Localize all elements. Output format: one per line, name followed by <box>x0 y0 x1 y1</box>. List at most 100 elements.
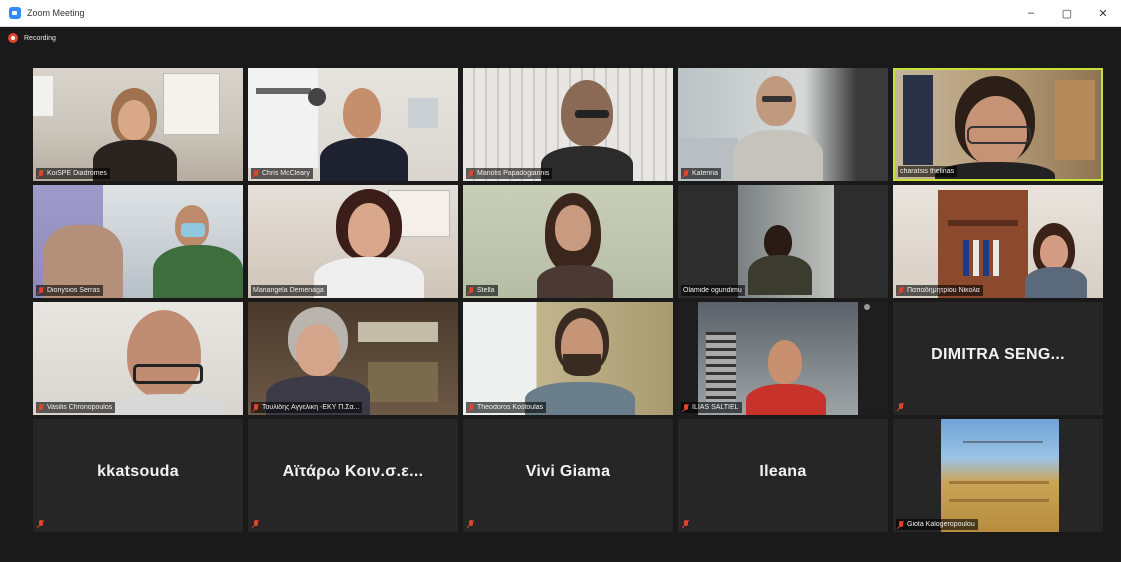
participant-name-tag: Manolis Papadogiannis <box>466 168 553 179</box>
video-feed <box>33 302 243 415</box>
participant-name-tag: Stella <box>466 285 498 296</box>
video-feed <box>463 302 673 415</box>
participant-tile-no-video[interactable]: Αϊτάρω Κοιν.σ.ε... <box>248 419 458 532</box>
participant-name: ILIAS SALTIEL <box>692 404 739 411</box>
participant-display-name: Vivi Giama <box>525 463 611 480</box>
participant-display-name: Ileana <box>759 463 807 480</box>
participant-tile[interactable]: Stella <box>463 185 673 298</box>
video-feed <box>248 185 458 298</box>
participant-tile[interactable]: KoiSPE Diadromes <box>33 68 243 181</box>
zoom-app-icon <box>9 7 21 19</box>
participant-tile[interactable]: Olamide ogundimu <box>678 185 888 298</box>
recording-icon <box>8 33 18 43</box>
participant-tile-no-video[interactable]: Vivi Giama <box>463 419 673 532</box>
muted-mic-icon <box>898 520 904 529</box>
minimize-button[interactable]: – <box>1013 0 1049 26</box>
participant-name: Τουλίδης Αγγελική -ΕΚΥ Π.Σα... <box>262 404 360 411</box>
participant-name: Dionysios Serras <box>47 287 100 294</box>
muted-mic-icon <box>683 169 689 178</box>
participant-name: Katerina <box>692 170 719 177</box>
muted-mic-icon <box>683 403 689 412</box>
camera-icon <box>864 304 870 310</box>
muted-mic-icon <box>253 403 259 412</box>
participant-display-name: kkatsouda <box>97 463 179 480</box>
participant-tile[interactable]: Vasilis Chronopoulos <box>33 302 243 415</box>
participant-name: Olamide ogundimu <box>683 287 742 294</box>
participant-tile[interactable]: Manolis Papadogiannis <box>463 68 673 181</box>
window-controls: – ▢ ✕ <box>1013 0 1121 26</box>
gallery-view: KoiSPE Diadromes Chris McCleary Manolis … <box>8 48 1113 556</box>
title-bar: Zoom Meeting – ▢ ✕ <box>0 0 1121 27</box>
participant-name: KoiSPE Diadromes <box>47 170 107 177</box>
video-feed <box>248 302 458 415</box>
zoom-window: Zoom Meeting – ▢ ✕ Recording KoiSPE Diad… <box>0 0 1121 562</box>
video-feed <box>678 185 888 298</box>
participant-name-tag: Katerina <box>681 168 722 179</box>
participant-name: Mariangela Demenaga <box>253 287 324 294</box>
participant-tile-no-video[interactable]: Ileana <box>678 419 888 532</box>
participant-tile[interactable]: Giota Kalogeropoulou <box>893 419 1103 532</box>
participant-name: Vasilis Chronopoulos <box>47 404 113 411</box>
participant-name: charatsis thelinas <box>900 168 955 175</box>
participant-tile[interactable]: Theodoros Kostoulas <box>463 302 673 415</box>
video-feed <box>893 185 1103 298</box>
participant-name-tag: Παπαδημητρίου Νίκολα <box>896 285 983 296</box>
participant-name-tag: Theodoros Kostoulas <box>466 402 547 413</box>
video-feed <box>678 302 888 415</box>
video-feed <box>895 70 1101 179</box>
muted-mic-icon <box>38 520 44 528</box>
muted-mic-icon <box>253 520 259 528</box>
participant-name: Manolis Papadogiannis <box>477 170 550 177</box>
participant-tile[interactable]: ILIAS SALTIEL <box>678 302 888 415</box>
participant-display-name: DIMITRA SENG... <box>931 346 1065 363</box>
maximize-button[interactable]: ▢ <box>1049 0 1085 26</box>
participant-tile[interactable]: Mariangela Demenaga <box>248 185 458 298</box>
muted-mic-icon <box>683 520 689 528</box>
muted-mic-icon <box>898 403 904 411</box>
participant-name-tag: Chris McCleary <box>251 168 313 179</box>
participant-name: Chris McCleary <box>262 170 310 177</box>
muted-mic-icon <box>468 169 474 178</box>
window-title: Zoom Meeting <box>27 8 85 18</box>
video-feed <box>463 68 673 181</box>
participant-name-tag: ILIAS SALTIEL <box>681 402 742 413</box>
recording-indicator[interactable]: Recording <box>8 28 56 48</box>
close-button[interactable]: ✕ <box>1085 0 1121 26</box>
participant-tile-no-video[interactable]: kkatsouda <box>33 419 243 532</box>
muted-mic-icon <box>468 286 474 295</box>
participant-tile[interactable]: Παπαδημητρίου Νίκολα <box>893 185 1103 298</box>
video-feed <box>248 68 458 181</box>
participant-name: Theodoros Kostoulas <box>477 404 544 411</box>
participant-name-tag: Mariangela Demenaga <box>251 285 327 296</box>
participant-name: Giota Kalogeropoulou <box>907 521 975 528</box>
participant-tile[interactable]: Dionysios Serras <box>33 185 243 298</box>
participant-name: Παπαδημητρίου Νίκολα <box>907 287 980 294</box>
participant-name-tag: charatsis thelinas <box>898 166 958 177</box>
video-feed <box>33 185 243 298</box>
video-feed <box>463 185 673 298</box>
participant-display-name: Αϊτάρω Κοιν.σ.ε... <box>282 463 424 480</box>
video-feed <box>678 68 888 181</box>
muted-mic-icon <box>38 403 44 412</box>
participant-tile-active-speaker[interactable]: charatsis thelinas <box>893 68 1103 181</box>
muted-mic-icon <box>898 286 904 295</box>
recording-label: Recording <box>24 34 56 42</box>
participant-name-tag: Olamide ogundimu <box>681 285 745 296</box>
participant-tile[interactable]: Τουλίδης Αγγελική -ΕΚΥ Π.Σα... <box>248 302 458 415</box>
participant-name-tag: Dionysios Serras <box>36 285 103 296</box>
muted-mic-icon <box>253 169 259 178</box>
muted-mic-icon <box>468 403 474 412</box>
participant-grid: KoiSPE Diadromes Chris McCleary Manolis … <box>33 68 1103 532</box>
muted-mic-icon <box>38 169 44 178</box>
participant-tile[interactable]: Chris McCleary <box>248 68 458 181</box>
participant-name-tag: KoiSPE Diadromes <box>36 168 110 179</box>
muted-mic-icon <box>468 520 474 528</box>
participant-name-tag: Τουλίδης Αγγελική -ΕΚΥ Π.Σα... <box>251 402 363 413</box>
video-feed <box>33 68 243 181</box>
participant-name: Stella <box>477 287 495 294</box>
participant-name-tag: Vasilis Chronopoulos <box>36 402 116 413</box>
muted-mic-icon <box>38 286 44 295</box>
participant-name-tag: Giota Kalogeropoulou <box>896 519 978 530</box>
participant-tile[interactable]: Katerina <box>678 68 888 181</box>
participant-tile-no-video[interactable]: DIMITRA SENG... <box>893 302 1103 415</box>
